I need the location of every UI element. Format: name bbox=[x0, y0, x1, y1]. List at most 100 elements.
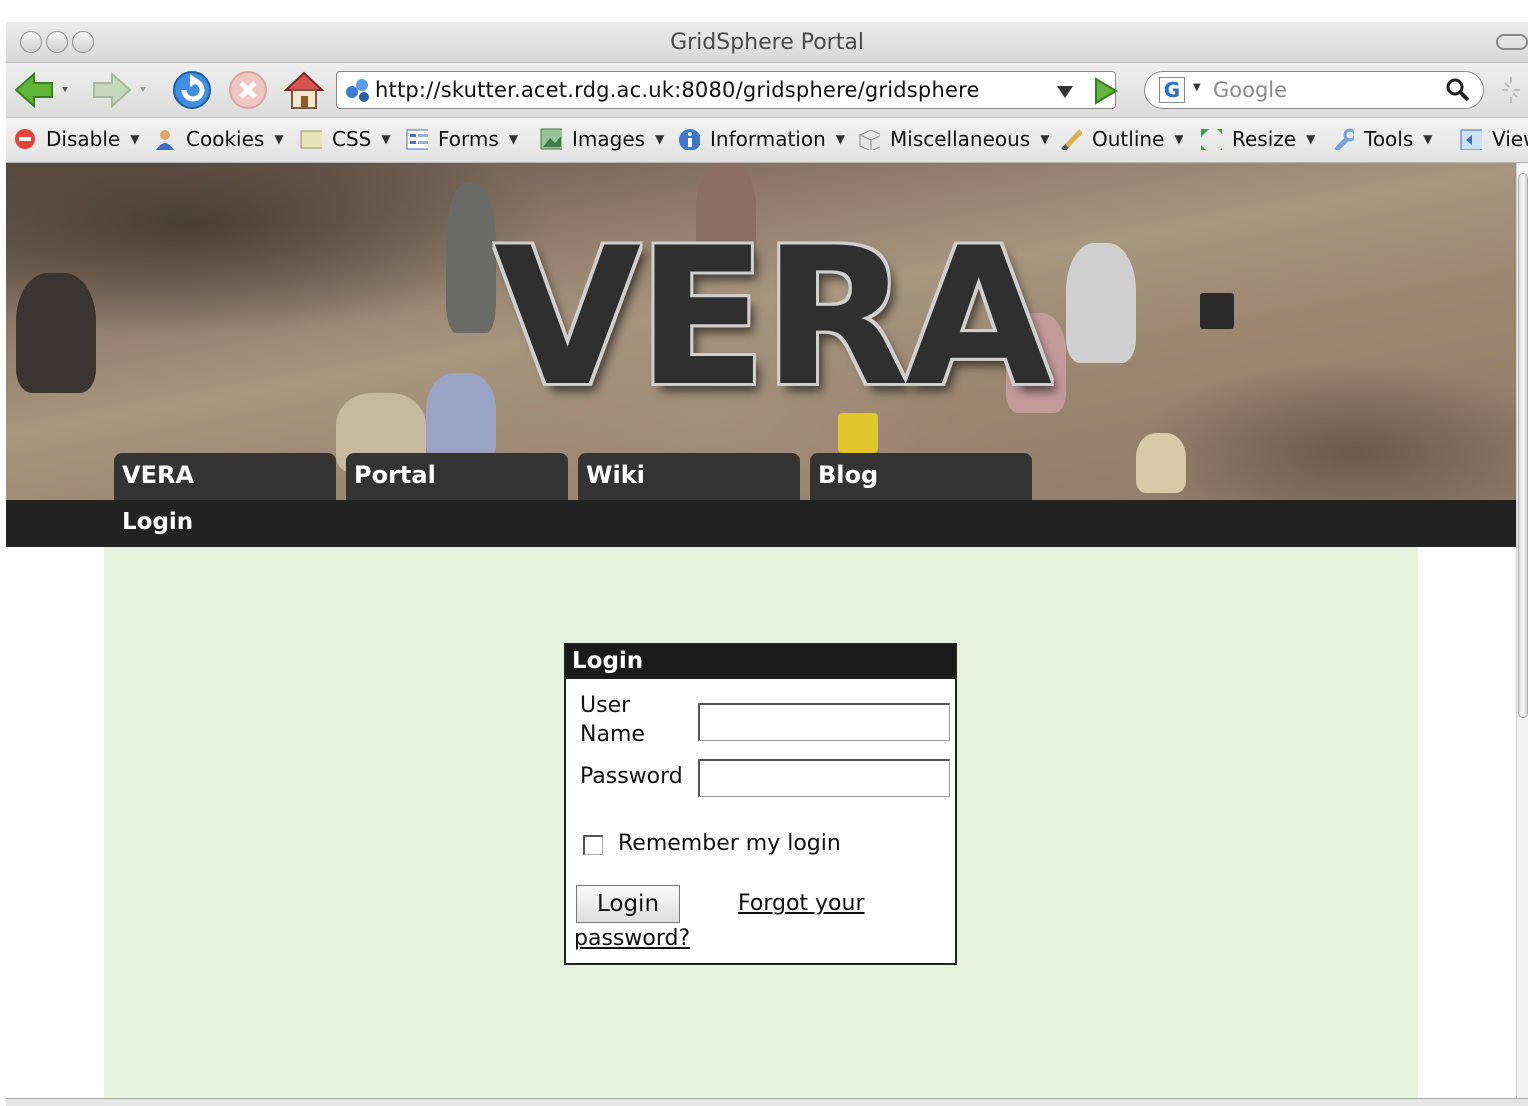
url-text: http://skutter.acet.rdg.ac.uk:8080/grids… bbox=[375, 78, 980, 102]
search-placeholder: Google bbox=[1213, 78, 1288, 102]
dropdown-arrow-icon: ▼ bbox=[381, 132, 391, 146]
banner-figure bbox=[446, 183, 496, 333]
address-bar[interactable]: http://skutter.acet.rdg.ac.uk:8080/grids… bbox=[336, 71, 1116, 109]
resize-icon bbox=[1201, 129, 1222, 150]
home-icon bbox=[283, 71, 325, 109]
devbar-css[interactable]: CSS ▼ bbox=[300, 127, 391, 151]
status-bar bbox=[6, 1098, 1528, 1106]
dropdown-arrow-icon: ▼ bbox=[274, 132, 284, 146]
disable-icon bbox=[15, 129, 35, 149]
devbar-item-label: Information bbox=[710, 127, 826, 151]
remember-login-checkbox[interactable] bbox=[583, 835, 603, 855]
login-button[interactable]: Login bbox=[576, 885, 680, 923]
devbar-item-label: Cookies bbox=[186, 127, 265, 151]
dropdown-arrow-icon: ▼ bbox=[508, 132, 519, 146]
reload-button[interactable] bbox=[168, 69, 216, 111]
devbar-item-label: CSS bbox=[332, 127, 372, 151]
navigation-toolbar: http://skutter.acet.rdg.ac.uk:8080/grids… bbox=[6, 63, 1528, 118]
css-icon bbox=[300, 130, 322, 149]
page-viewport: VERA VERA Portal Wiki Blog Login Login U… bbox=[6, 163, 1516, 1098]
url-dropdown-icon[interactable] bbox=[1055, 84, 1075, 100]
dropdown-arrow-icon: ▼ bbox=[655, 132, 665, 146]
google-engine-icon[interactable]: G bbox=[1159, 77, 1185, 103]
outline-icon bbox=[1061, 129, 1082, 150]
stop-button[interactable] bbox=[224, 69, 272, 111]
devbar-cookies[interactable]: Cookies ▼ bbox=[154, 127, 284, 151]
devbar-item-label: Outline bbox=[1092, 127, 1165, 151]
banner-bucket bbox=[1200, 293, 1234, 329]
devbar-item-label: View bbox=[1492, 127, 1528, 151]
activity-spinner-icon bbox=[1502, 77, 1520, 103]
site-favicon-icon bbox=[346, 79, 369, 102]
vera-banner-image: VERA VERA Portal Wiki Blog bbox=[6, 163, 1516, 500]
toolbar-toggle-button[interactable] bbox=[1496, 34, 1528, 50]
cookies-icon bbox=[156, 130, 174, 150]
engine-dropdown-icon[interactable]: ▼ bbox=[1193, 82, 1201, 93]
main-content: Login User Name Password Remember my log… bbox=[104, 547, 1418, 1098]
devbar-item-label: Miscellaneous bbox=[890, 127, 1031, 151]
window-title: GridSphere Portal bbox=[670, 30, 864, 55]
information-icon bbox=[679, 129, 700, 150]
forward-arrow-icon bbox=[93, 71, 146, 109]
devbar-miscellaneous[interactable]: Miscellaneous ▼ bbox=[858, 127, 1049, 151]
miscellaneous-icon bbox=[859, 129, 880, 150]
tab-label: VERA bbox=[122, 461, 195, 489]
devbar-disable[interactable]: Disable ▼ bbox=[14, 127, 139, 151]
browser-window: GridSphere Portal http://skutter.acet.rd… bbox=[6, 22, 1528, 1106]
vera-logo: VERA bbox=[494, 207, 1052, 428]
search-box[interactable]: G ▼ Google bbox=[1144, 71, 1484, 109]
title-bar: GridSphere Portal bbox=[6, 22, 1528, 63]
devbar-outline[interactable]: Outline ▼ bbox=[1060, 127, 1184, 151]
banner-figure bbox=[16, 273, 96, 393]
devbar-information[interactable]: Information ▼ bbox=[678, 127, 845, 151]
password-label: Password bbox=[580, 764, 683, 789]
back-arrow-icon bbox=[14, 71, 68, 109]
stop-icon bbox=[229, 71, 267, 109]
dropdown-arrow-icon: ▼ bbox=[1174, 132, 1184, 146]
username-input[interactable] bbox=[698, 703, 950, 741]
dropdown-arrow-icon: ▼ bbox=[835, 132, 846, 146]
home-button[interactable] bbox=[280, 69, 328, 111]
tools-icon bbox=[1334, 128, 1354, 150]
remember-login-label: Remember my login bbox=[618, 831, 841, 856]
scrollbar-thumb[interactable] bbox=[1518, 173, 1528, 718]
devbar-item-label: Disable bbox=[46, 127, 121, 151]
banner-figure bbox=[1066, 243, 1136, 363]
search-icon[interactable] bbox=[1445, 77, 1471, 103]
subnav-login-link[interactable]: Login bbox=[122, 509, 193, 535]
tab-vera[interactable]: VERA bbox=[114, 453, 336, 500]
forgot-password-link[interactable]: Forgot your bbox=[738, 891, 865, 916]
tab-label: Portal bbox=[354, 461, 436, 489]
banner-figure bbox=[426, 373, 496, 463]
view-icon bbox=[1460, 129, 1482, 150]
sub-navigation: Login bbox=[6, 500, 1516, 547]
forms-icon bbox=[406, 129, 428, 150]
login-panel: Login User Name Password Remember my log… bbox=[564, 643, 957, 965]
devbar-item-label: Images bbox=[572, 127, 646, 151]
username-label-line2: Name bbox=[580, 722, 645, 747]
back-button[interactable] bbox=[12, 69, 76, 111]
go-button-icon[interactable] bbox=[1090, 75, 1122, 107]
devbar-tools[interactable]: Tools ▼ bbox=[1332, 127, 1433, 151]
banner-figure bbox=[1136, 433, 1186, 493]
web-developer-toolbar: Disable ▼ Cookies ▼ CSS ▼ Forms ▼ Images ▼ In… bbox=[6, 118, 1528, 163]
devbar-resize[interactable]: Resize ▼ bbox=[1200, 127, 1315, 151]
devbar-images[interactable]: Images ▼ bbox=[540, 127, 664, 151]
tab-portal[interactable]: Portal bbox=[346, 453, 568, 500]
tab-wiki[interactable]: Wiki bbox=[578, 453, 800, 500]
vertical-scrollbar[interactable] bbox=[1516, 163, 1528, 1098]
devbar-view[interactable]: View bbox=[1460, 127, 1528, 151]
forgot-password-link-continued[interactable]: password? bbox=[574, 926, 690, 951]
password-input[interactable] bbox=[698, 759, 950, 797]
devbar-forms[interactable]: Forms ▼ bbox=[406, 127, 518, 151]
devbar-item-label: Forms bbox=[438, 127, 499, 151]
dropdown-arrow-icon: ▼ bbox=[1423, 132, 1433, 146]
devbar-item-label: Tools bbox=[1364, 127, 1414, 151]
forward-button[interactable] bbox=[90, 69, 154, 111]
tab-blog[interactable]: Blog bbox=[810, 453, 1032, 500]
tab-label: Blog bbox=[818, 461, 879, 489]
dropdown-arrow-icon: ▼ bbox=[130, 132, 140, 146]
login-panel-heading: Login bbox=[566, 645, 955, 679]
username-label-line1: User bbox=[580, 693, 631, 718]
devbar-item-label: Resize bbox=[1232, 127, 1297, 151]
